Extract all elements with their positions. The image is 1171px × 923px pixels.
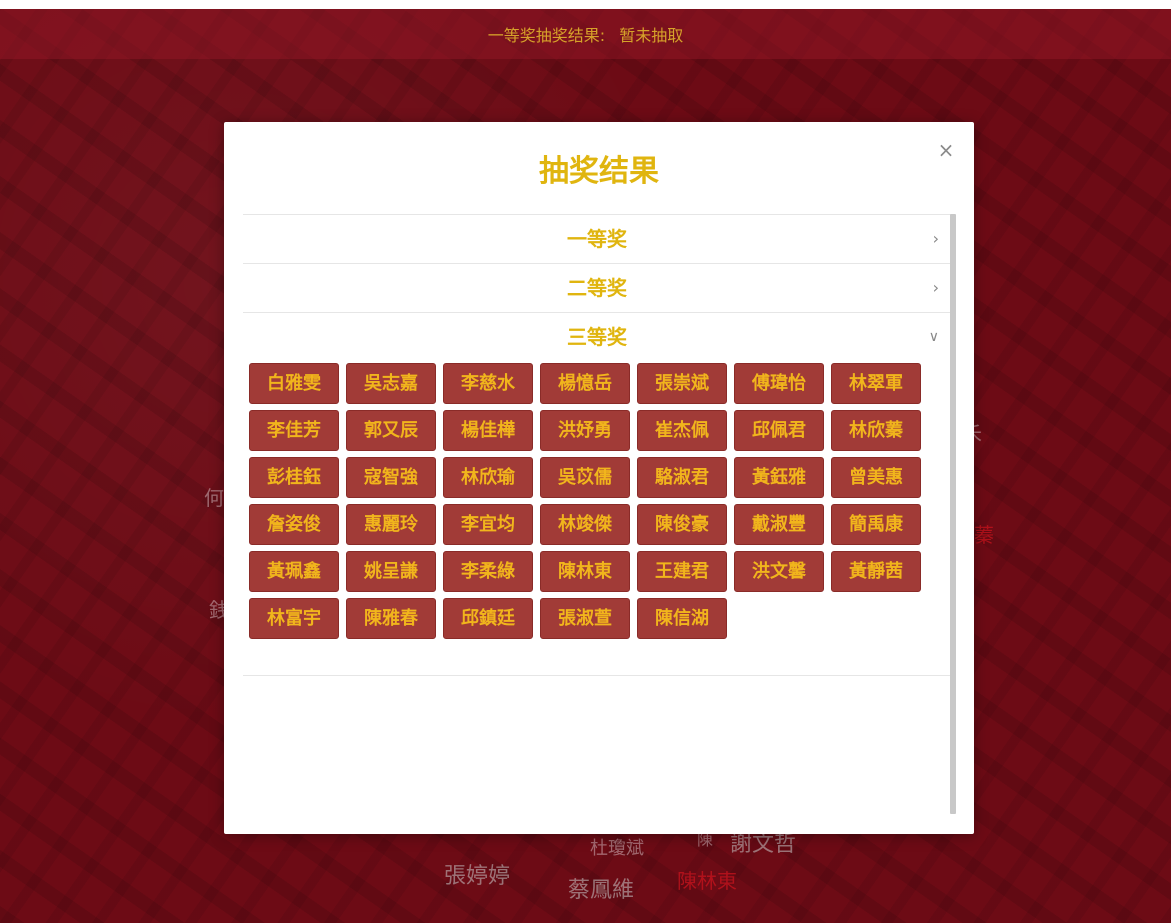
winner-tag: 林欣蓁 <box>831 410 921 451</box>
winner-tag: 惠麗玲 <box>346 504 436 545</box>
winner-tag: 楊憶岳 <box>540 363 630 404</box>
lottery-result-dialog: 抽奖结果 × 一等奖 › 二等奖 › 三等奖 ∨ 白雅雯 吳志嘉 李慈水 楊憶岳 張崇斌… <box>224 122 974 834</box>
winner-tag: 張淑萱 <box>540 598 630 639</box>
winner-tag: 李佳芳 <box>249 410 339 451</box>
background-name: 何 <box>204 486 224 510</box>
close-icon[interactable]: × <box>936 140 956 160</box>
winner-tag: 邱鎮廷 <box>443 598 533 639</box>
winner-tag: 洪妤勇 <box>540 410 630 451</box>
prize-section-title: 一等奖 <box>567 227 627 251</box>
winner-list: 白雅雯 吳志嘉 李慈水 楊憶岳 張崇斌 傅瑋怡 林翠軍 李佳芳 郭又辰 楊佳樺 洪妤勇 崔杰佩 邱佩君林… <box>243 361 951 675</box>
result-label: 一等奖抽奖结果: <box>487 26 606 45</box>
winner-tag: 駱淑君 <box>637 457 727 498</box>
winner-tag: 陳雅春 <box>346 598 436 639</box>
dialog-title: 抽奖结果 <box>539 154 659 189</box>
winner-tag: 林欣瑜 <box>443 457 533 498</box>
winner-tag: 林富宇 <box>249 598 339 639</box>
winner-tag: 郭又辰 <box>346 410 436 451</box>
winner-tag: 寇智強 <box>346 457 436 498</box>
winner-tag: 李宜均 <box>443 504 533 545</box>
prize-collapse: 一等奖 › 二等奖 › 三等奖 ∨ 白雅雯 吳志嘉 李慈水 楊憶岳 張崇斌 傅瑋怡 林翠軍李… <box>243 214 951 814</box>
chevron-down-icon: ∨ <box>928 329 939 345</box>
prize-section-first: 一等奖 › <box>243 214 951 263</box>
prize-section-second: 二等奖 › <box>243 263 951 312</box>
chevron-right-icon: › <box>932 278 939 297</box>
winner-tag: 陳信湖 <box>637 598 727 639</box>
winner-tag: 邱佩君 <box>734 410 824 451</box>
prize-section-title: 三等奖 <box>567 325 627 349</box>
collapse-bottom-divider <box>243 675 951 677</box>
dialog-scrollbar[interactable] <box>950 214 956 814</box>
winner-tag: 黃靜茜 <box>831 551 921 592</box>
winner-tag: 林翠軍 <box>831 363 921 404</box>
winner-tag: 黃珮鑫 <box>249 551 339 592</box>
background-name: 陳林東 <box>677 869 737 893</box>
winner-tag: 張崇斌 <box>637 363 727 404</box>
winner-tag: 林竣傑 <box>540 504 630 545</box>
winner-tag: 曾美惠 <box>831 457 921 498</box>
background-name: 杜瓊斌 <box>590 838 644 859</box>
background-name: 蔡鳳維 <box>568 878 635 903</box>
winner-tag: 戴淑豐 <box>734 504 824 545</box>
prize-section-third: 三等奖 ∨ 白雅雯 吳志嘉 李慈水 楊憶岳 張崇斌 傅瑋怡 林翠軍李佳芳 郭又辰 楊佳樺 洪妤勇崔… <box>243 312 951 675</box>
winner-tag: 彭桂鈺 <box>249 457 339 498</box>
top-strip <box>0 0 1171 9</box>
winner-tag: 簡禹康 <box>831 504 921 545</box>
winner-tag: 洪文馨 <box>734 551 824 592</box>
prize-section-title: 二等奖 <box>567 276 627 300</box>
first-prize-result-bar: 一等奖抽奖结果: 暂未抽取 <box>0 9 1171 59</box>
winner-tag: 姚呈謙 <box>346 551 436 592</box>
winner-tag: 黃鈺雅 <box>734 457 824 498</box>
prize-section-header[interactable]: 二等奖 › <box>243 264 951 312</box>
prize-section-header[interactable]: 一等奖 › <box>243 215 951 263</box>
winner-tag: 陳俊豪 <box>637 504 727 545</box>
result-value: 暂未抽取 <box>619 26 684 45</box>
winner-tag: 吳志嘉 <box>346 363 436 404</box>
winner-tag: 陳林東 <box>540 551 630 592</box>
prize-section-header[interactable]: 三等奖 ∨ <box>243 313 951 361</box>
winner-tag: 吳苡儒 <box>540 457 630 498</box>
winner-grid: 白雅雯 吳志嘉 李慈水 楊憶岳 張崇斌 傅瑋怡 林翠軍 李佳芳 郭又辰 楊佳樺 洪妤勇 崔杰佩 邱佩君林… <box>249 363 939 645</box>
winner-tag: 李柔綠 <box>443 551 533 592</box>
winner-tag: 詹姿俊 <box>249 504 339 545</box>
winner-tag: 楊佳樺 <box>443 410 533 451</box>
background-name: 張婷婷 <box>444 864 511 889</box>
winner-tag: 白雅雯 <box>249 363 339 404</box>
background-name: 蓁 <box>974 523 994 547</box>
winner-tag: 王建君 <box>637 551 727 592</box>
winner-tag: 崔杰佩 <box>637 410 727 451</box>
winner-tag: 李慈水 <box>443 363 533 404</box>
chevron-right-icon: › <box>932 229 939 248</box>
winner-tag: 傅瑋怡 <box>734 363 824 404</box>
